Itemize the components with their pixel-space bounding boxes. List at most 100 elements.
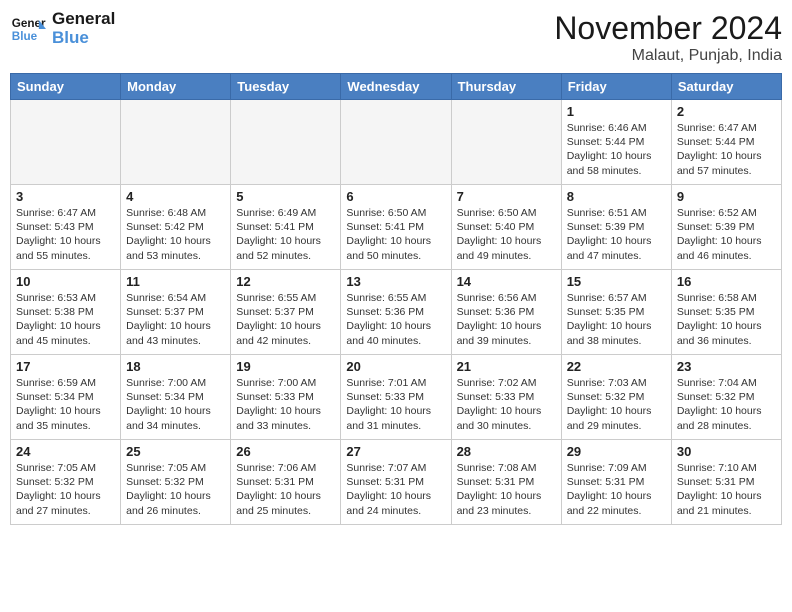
logo-wordmark: General Blue xyxy=(52,10,115,47)
day-info: Sunrise: 7:05 AM Sunset: 5:32 PM Dayligh… xyxy=(126,461,225,518)
day-info: Sunrise: 6:51 AM Sunset: 5:39 PM Dayligh… xyxy=(567,206,666,263)
calendar-cell xyxy=(11,100,121,185)
day-info: Sunrise: 7:06 AM Sunset: 5:31 PM Dayligh… xyxy=(236,461,335,518)
calendar-cell: 7 Sunrise: 6:50 AM Sunset: 5:40 PM Daylig… xyxy=(451,185,561,270)
calendar-cell: 24 Sunrise: 7:05 AM Sunset: 5:32 PM Dayli… xyxy=(11,440,121,525)
day-info: Sunrise: 6:55 AM Sunset: 5:36 PM Dayligh… xyxy=(346,291,445,348)
logo-icon: General Blue xyxy=(10,11,46,47)
day-number: 29 xyxy=(567,444,666,459)
day-number: 11 xyxy=(126,274,225,289)
day-number: 9 xyxy=(677,189,776,204)
day-info: Sunrise: 7:09 AM Sunset: 5:31 PM Dayligh… xyxy=(567,461,666,518)
calendar-cell xyxy=(231,100,341,185)
location: Malaut, Punjab, India xyxy=(554,47,782,65)
day-number: 13 xyxy=(346,274,445,289)
calendar-cell: 2 Sunrise: 6:47 AM Sunset: 5:44 PM Daylig… xyxy=(671,100,781,185)
day-info: Sunrise: 7:02 AM Sunset: 5:33 PM Dayligh… xyxy=(457,376,556,433)
calendar-week-row: 24 Sunrise: 7:05 AM Sunset: 5:32 PM Dayli… xyxy=(11,440,782,525)
day-number: 20 xyxy=(346,359,445,374)
day-info: Sunrise: 6:47 AM Sunset: 5:44 PM Dayligh… xyxy=(677,121,776,178)
weekday-header: Wednesday xyxy=(341,74,451,100)
day-info: Sunrise: 6:54 AM Sunset: 5:37 PM Dayligh… xyxy=(126,291,225,348)
day-number: 16 xyxy=(677,274,776,289)
day-number: 19 xyxy=(236,359,335,374)
day-number: 26 xyxy=(236,444,335,459)
day-number: 25 xyxy=(126,444,225,459)
day-number: 28 xyxy=(457,444,556,459)
calendar-cell: 19 Sunrise: 7:00 AM Sunset: 5:33 PM Dayli… xyxy=(231,355,341,440)
calendar-cell: 4 Sunrise: 6:48 AM Sunset: 5:42 PM Daylig… xyxy=(121,185,231,270)
day-number: 27 xyxy=(346,444,445,459)
day-info: Sunrise: 7:10 AM Sunset: 5:31 PM Dayligh… xyxy=(677,461,776,518)
weekday-header: Tuesday xyxy=(231,74,341,100)
day-number: 21 xyxy=(457,359,556,374)
day-info: Sunrise: 6:57 AM Sunset: 5:35 PM Dayligh… xyxy=(567,291,666,348)
calendar-cell: 23 Sunrise: 7:04 AM Sunset: 5:32 PM Dayli… xyxy=(671,355,781,440)
day-info: Sunrise: 7:00 AM Sunset: 5:34 PM Dayligh… xyxy=(126,376,225,433)
day-number: 12 xyxy=(236,274,335,289)
calendar-cell: 26 Sunrise: 7:06 AM Sunset: 5:31 PM Dayli… xyxy=(231,440,341,525)
day-info: Sunrise: 6:55 AM Sunset: 5:37 PM Dayligh… xyxy=(236,291,335,348)
day-info: Sunrise: 6:49 AM Sunset: 5:41 PM Dayligh… xyxy=(236,206,335,263)
calendar-cell: 16 Sunrise: 6:58 AM Sunset: 5:35 PM Dayli… xyxy=(671,270,781,355)
day-number: 1 xyxy=(567,104,666,119)
calendar-week-row: 1 Sunrise: 6:46 AM Sunset: 5:44 PM Daylig… xyxy=(11,100,782,185)
calendar-cell: 9Sunrise: 6:52 AM Sunset: 5:39 PM Daylig… xyxy=(671,185,781,270)
logo: General Blue General Blue xyxy=(10,10,115,47)
calendar-week-row: 3 Sunrise: 6:47 AM Sunset: 5:43 PM Daylig… xyxy=(11,185,782,270)
month-title: November 2024 xyxy=(554,10,782,47)
calendar-cell xyxy=(341,100,451,185)
day-number: 2 xyxy=(677,104,776,119)
day-info: Sunrise: 7:05 AM Sunset: 5:32 PM Dayligh… xyxy=(16,461,115,518)
calendar-cell: 25 Sunrise: 7:05 AM Sunset: 5:32 PM Dayli… xyxy=(121,440,231,525)
day-number: 17 xyxy=(16,359,115,374)
day-number: 30 xyxy=(677,444,776,459)
calendar-cell: 17 Sunrise: 6:59 AM Sunset: 5:34 PM Dayli… xyxy=(11,355,121,440)
calendar-cell: 11 Sunrise: 6:54 AM Sunset: 5:37 PM Dayli… xyxy=(121,270,231,355)
day-number: 5 xyxy=(236,189,335,204)
title-block: November 2024 Malaut, Punjab, India xyxy=(554,10,782,65)
day-info: Sunrise: 6:58 AM Sunset: 5:35 PM Dayligh… xyxy=(677,291,776,348)
day-number: 4 xyxy=(126,189,225,204)
day-info: Sunrise: 6:59 AM Sunset: 5:34 PM Dayligh… xyxy=(16,376,115,433)
calendar-cell: 8Sunrise: 6:51 AM Sunset: 5:39 PM Daylig… xyxy=(561,185,671,270)
calendar-cell xyxy=(451,100,561,185)
calendar-cell: 27 Sunrise: 7:07 AM Sunset: 5:31 PM Dayli… xyxy=(341,440,451,525)
weekday-header-row: SundayMondayTuesdayWednesdayThursdayFrid… xyxy=(11,74,782,100)
day-number: 18 xyxy=(126,359,225,374)
calendar-cell: 30 Sunrise: 7:10 AM Sunset: 5:31 PM Dayli… xyxy=(671,440,781,525)
day-number: 3 xyxy=(16,189,115,204)
day-info: Sunrise: 6:50 AM Sunset: 5:40 PM Dayligh… xyxy=(457,206,556,263)
day-info: Sunrise: 7:03 AM Sunset: 5:32 PM Dayligh… xyxy=(567,376,666,433)
day-number: 23 xyxy=(677,359,776,374)
day-number: 22 xyxy=(567,359,666,374)
day-number: 14 xyxy=(457,274,556,289)
day-info: Sunrise: 7:04 AM Sunset: 5:32 PM Dayligh… xyxy=(677,376,776,433)
day-info: Sunrise: 6:48 AM Sunset: 5:42 PM Dayligh… xyxy=(126,206,225,263)
calendar-cell: 18 Sunrise: 7:00 AM Sunset: 5:34 PM Dayli… xyxy=(121,355,231,440)
calendar-cell: 22 Sunrise: 7:03 AM Sunset: 5:32 PM Dayli… xyxy=(561,355,671,440)
calendar-cell: 28Sunrise: 7:08 AM Sunset: 5:31 PM Dayli… xyxy=(451,440,561,525)
day-number: 7 xyxy=(457,189,556,204)
day-info: Sunrise: 7:07 AM Sunset: 5:31 PM Dayligh… xyxy=(346,461,445,518)
calendar-cell: 13 Sunrise: 6:55 AM Sunset: 5:36 PM Dayli… xyxy=(341,270,451,355)
day-number: 24 xyxy=(16,444,115,459)
calendar-cell: 5 Sunrise: 6:49 AM Sunset: 5:41 PM Daylig… xyxy=(231,185,341,270)
weekday-header: Saturday xyxy=(671,74,781,100)
day-info: Sunrise: 6:56 AM Sunset: 5:36 PM Dayligh… xyxy=(457,291,556,348)
calendar-cell: 29 Sunrise: 7:09 AM Sunset: 5:31 PM Dayli… xyxy=(561,440,671,525)
svg-text:Blue: Blue xyxy=(12,29,38,42)
day-info: Sunrise: 6:47 AM Sunset: 5:43 PM Dayligh… xyxy=(16,206,115,263)
calendar-week-row: 17 Sunrise: 6:59 AM Sunset: 5:34 PM Dayli… xyxy=(11,355,782,440)
day-info: Sunrise: 7:00 AM Sunset: 5:33 PM Dayligh… xyxy=(236,376,335,433)
weekday-header: Friday xyxy=(561,74,671,100)
calendar-cell xyxy=(121,100,231,185)
day-number: 15 xyxy=(567,274,666,289)
day-info: Sunrise: 6:46 AM Sunset: 5:44 PM Dayligh… xyxy=(567,121,666,178)
day-info: Sunrise: 6:53 AM Sunset: 5:38 PM Dayligh… xyxy=(16,291,115,348)
calendar-cell: 10Sunrise: 6:53 AM Sunset: 5:38 PM Dayli… xyxy=(11,270,121,355)
calendar-cell: 14 Sunrise: 6:56 AM Sunset: 5:36 PM Dayli… xyxy=(451,270,561,355)
calendar-table: SundayMondayTuesdayWednesdayThursdayFrid… xyxy=(10,73,782,525)
calendar-week-row: 10Sunrise: 6:53 AM Sunset: 5:38 PM Dayli… xyxy=(11,270,782,355)
weekday-header: Monday xyxy=(121,74,231,100)
